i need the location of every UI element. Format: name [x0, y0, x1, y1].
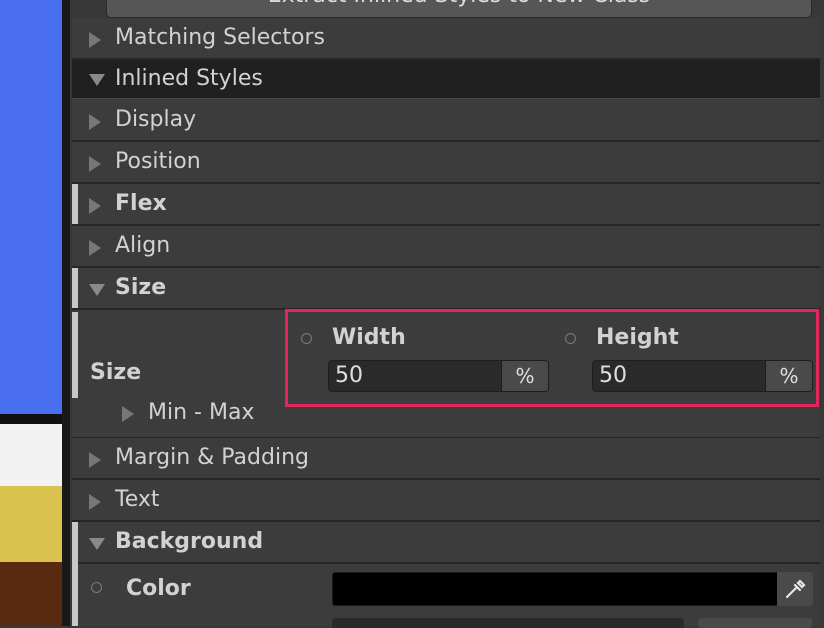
expand-arrow-icon	[89, 198, 101, 214]
section-label: Flex	[115, 191, 167, 216]
section-label: Display	[115, 107, 197, 132]
expand-arrow-icon	[89, 452, 101, 468]
next-field-button[interactable]	[698, 618, 812, 628]
section-label: Position	[115, 149, 201, 174]
eyedropper-button[interactable]	[777, 572, 813, 606]
expand-arrow-icon	[89, 494, 101, 510]
section-label: Align	[115, 233, 171, 258]
color-field[interactable]	[332, 572, 813, 606]
section-inlined-styles[interactable]: Inlined Styles	[72, 60, 820, 99]
color-label: Color	[126, 576, 191, 601]
scene-dark-line	[0, 414, 62, 424]
highlight-box	[285, 309, 819, 407]
expand-arrow-icon	[89, 156, 101, 172]
section-label: Inlined Styles	[115, 66, 263, 91]
section-label: Margin & Padding	[115, 445, 309, 470]
section-matching-selectors[interactable]: Matching Selectors	[72, 18, 820, 60]
override-marker	[72, 312, 78, 398]
expand-arrow-icon	[89, 240, 101, 256]
section-label: Background	[115, 529, 264, 554]
section-label: Size	[115, 275, 167, 300]
color-override-dot-icon[interactable]	[91, 582, 102, 593]
scene-white-area	[0, 424, 62, 486]
section-text[interactable]: Text	[72, 480, 820, 522]
section-label: Text	[115, 487, 160, 512]
scene-view[interactable]	[0, 0, 62, 626]
eyedropper-icon	[785, 579, 806, 599]
section-align[interactable]: Align	[72, 226, 820, 268]
section-flex[interactable]: Flex	[72, 184, 820, 226]
next-field[interactable]	[332, 618, 684, 628]
section-margin-padding[interactable]: Margin & Padding	[72, 438, 820, 480]
scene-blue-area	[0, 0, 62, 414]
override-marker	[72, 184, 78, 224]
expand-arrow-icon	[89, 114, 101, 130]
expand-arrow-icon	[89, 32, 101, 48]
section-label: Matching Selectors	[115, 25, 325, 50]
size-row-label: Size	[90, 360, 142, 385]
collapse-arrow-icon	[89, 538, 105, 550]
scene-yellow-area	[0, 486, 62, 562]
extract-inlined-styles-button[interactable]: Extract Inlined Styles to New Class	[106, 0, 812, 18]
override-marker	[72, 268, 78, 308]
section-position[interactable]: Position	[72, 142, 820, 184]
scene-brown-area	[0, 562, 62, 626]
section-background[interactable]: Background	[72, 522, 820, 564]
collapse-arrow-icon	[89, 74, 105, 86]
section-display[interactable]: Display	[72, 100, 820, 142]
section-size[interactable]: Size	[72, 268, 820, 310]
panel-divider[interactable]	[62, 0, 70, 626]
collapse-arrow-icon	[89, 284, 105, 296]
min-max-label[interactable]: Min - Max	[148, 400, 254, 425]
expand-arrow-icon[interactable]	[122, 406, 134, 422]
